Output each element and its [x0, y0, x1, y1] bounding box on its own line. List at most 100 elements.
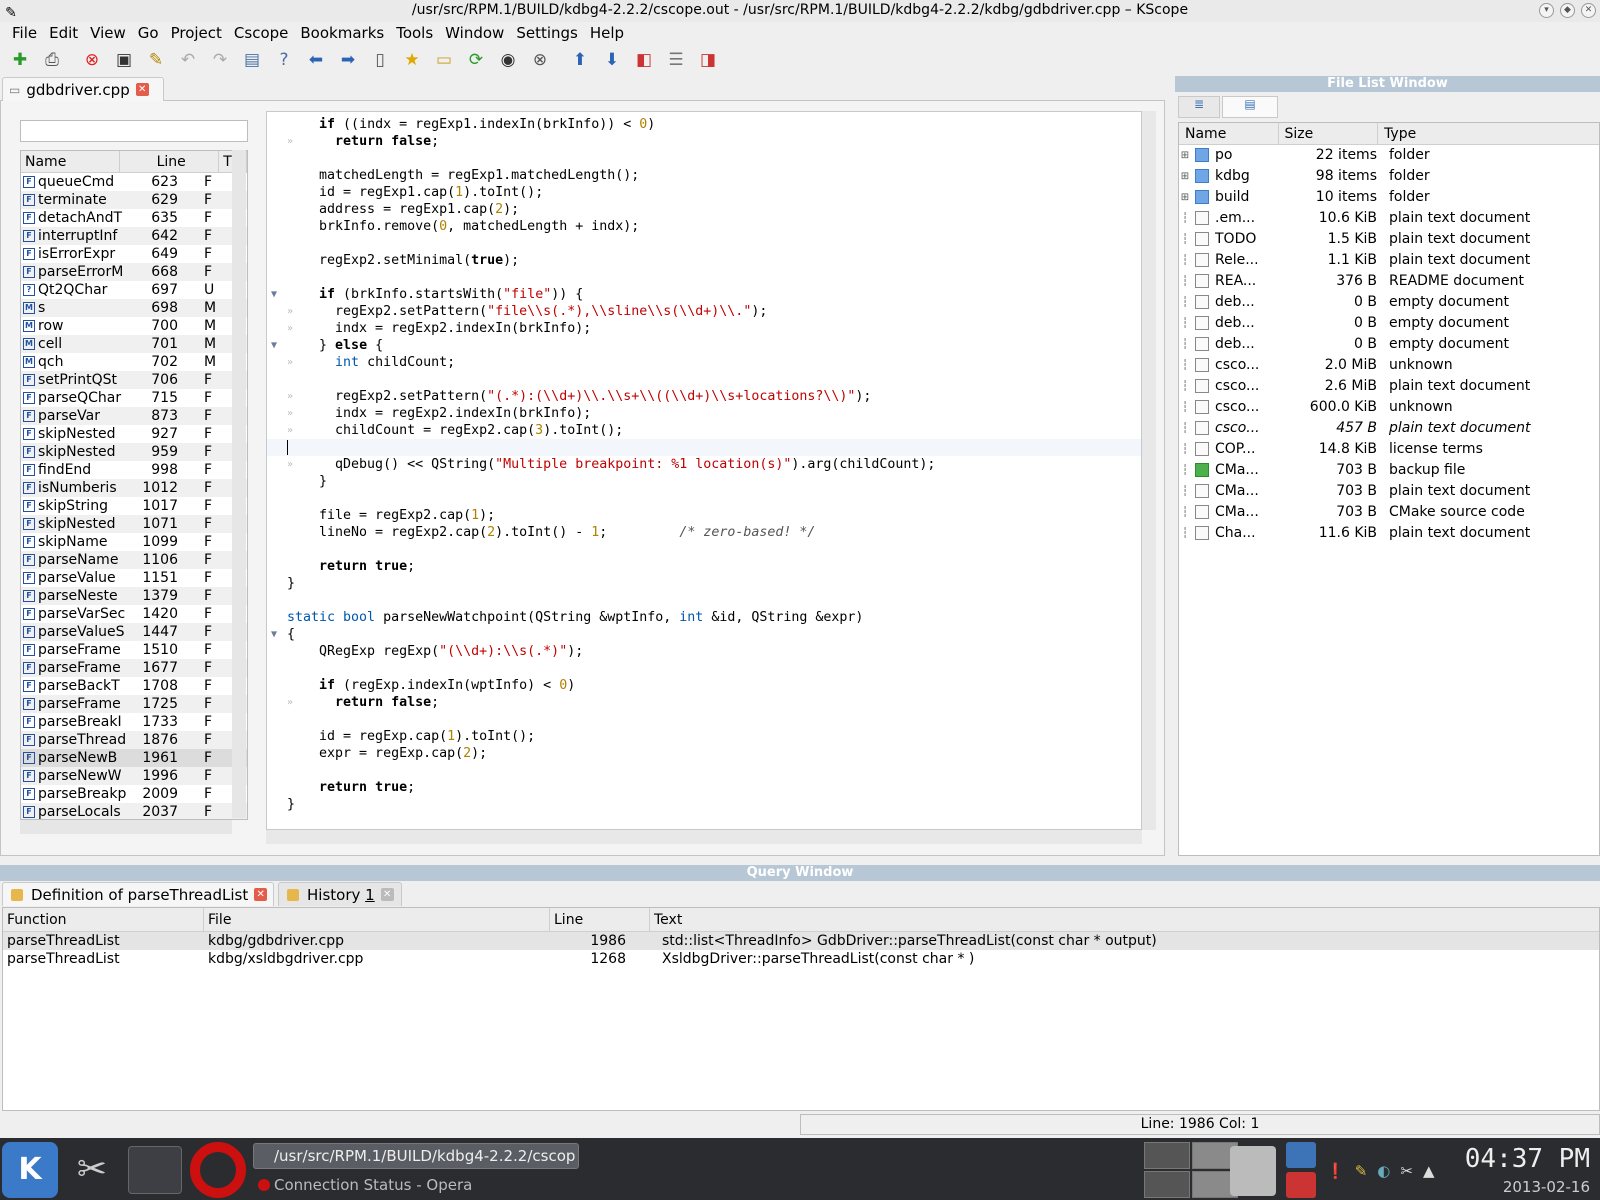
file-row[interactable]: ┆ CMa... 703 B plain text document: [1179, 481, 1599, 502]
expand-icon[interactable]: ⊞: [1179, 166, 1191, 187]
symbol-row[interactable]: FparseBreakp 2009 F: [21, 785, 247, 803]
symbol-row[interactable]: FskipNested 1071 F: [21, 515, 247, 533]
forward-icon[interactable]: ➡: [335, 47, 361, 73]
desktop-3[interactable]: [1144, 1171, 1190, 1198]
window-list-icon[interactable]: ▤: [239, 47, 265, 73]
symbol-row[interactable]: FparseFrame 1725 F: [21, 695, 247, 713]
lock-screen-icon[interactable]: [1286, 1142, 1316, 1168]
fold-marker-icon[interactable]: ▼: [271, 626, 277, 643]
menu-file[interactable]: File: [6, 22, 43, 44]
tab-history[interactable]: History 1 ✕: [278, 882, 402, 906]
save-icon[interactable]: ▣: [111, 47, 137, 73]
menu-tools[interactable]: Tools: [390, 22, 439, 44]
symbol-row[interactable]: FparseErrorM 668 F: [21, 263, 247, 281]
symbol-vertical-scrollbar[interactable]: [232, 150, 246, 818]
menu-project[interactable]: Project: [165, 22, 228, 44]
menu-window[interactable]: Window: [439, 22, 510, 44]
power-icon[interactable]: [1286, 1172, 1316, 1198]
help-icon[interactable]: ?: [271, 47, 297, 73]
symbol-filter-input[interactable]: [20, 120, 248, 142]
symbol-row[interactable]: Ms 698 M: [21, 299, 247, 317]
symbol-row[interactable]: FparseBreakI 1733 F: [21, 713, 247, 731]
file-row[interactable]: ┆ csco... 600.0 KiB unknown: [1179, 397, 1599, 418]
symbol-row[interactable]: FskipString 1017 F: [21, 497, 247, 515]
kde-menu-icon[interactable]: K: [2, 1142, 58, 1198]
close-query-tab-icon[interactable]: ✕: [254, 888, 268, 901]
bookmark-star-icon[interactable]: ★: [399, 47, 425, 73]
col-filename-header[interactable]: Name: [1179, 123, 1279, 144]
file-list-tab-list-icon[interactable]: ≣: [1178, 96, 1220, 118]
file-list-tab-tree-icon[interactable]: ▤: [1222, 96, 1278, 118]
symbol-row[interactable]: FskipName 1099 F: [21, 533, 247, 551]
alert-icon[interactable]: ❗: [1326, 1162, 1345, 1182]
close-history-tab-icon[interactable]: ✕: [380, 888, 394, 901]
tray-expand-icon[interactable]: ▲: [1423, 1162, 1435, 1182]
symbol-row[interactable]: FisNumberis 1012 F: [21, 479, 247, 497]
symbol-row[interactable]: FinterruptInf 642 F: [21, 227, 247, 245]
back-icon[interactable]: ⬅: [303, 47, 329, 73]
symbol-row[interactable]: FskipNested 959 F: [21, 443, 247, 461]
new-file-icon[interactable]: ✚: [7, 47, 33, 73]
folder-row[interactable]: ⊞ build 10 items folder: [1179, 187, 1599, 208]
file-row[interactable]: ┆ deb... 0 B empty document: [1179, 313, 1599, 334]
symbol-row[interactable]: Mcell 701 M: [21, 335, 247, 353]
expand-icon[interactable]: ⊞: [1179, 187, 1191, 208]
open-folder-icon[interactable]: ▭: [431, 47, 457, 73]
redo-icon[interactable]: ↷: [207, 47, 233, 73]
file-row[interactable]: ┆ deb... 0 B empty document: [1179, 334, 1599, 355]
file-row[interactable]: ┆ csco... 2.6 MiB plain text document: [1179, 376, 1599, 397]
symbol-row[interactable]: FparseName 1106 F: [21, 551, 247, 569]
tools-launcher-icon[interactable]: ✂: [64, 1144, 120, 1196]
code-vertical-scrollbar[interactable]: [1142, 111, 1156, 830]
col-qline-header[interactable]: Line: [550, 908, 650, 931]
symbol-horizontal-scrollbar[interactable]: [20, 820, 232, 834]
col-line-header[interactable]: Line: [120, 151, 220, 172]
up-arrow-icon[interactable]: ⬆: [567, 47, 593, 73]
sidebar-icon[interactable]: ▯: [367, 47, 393, 73]
symbol-row[interactable]: FparseValue 1151 F: [21, 569, 247, 587]
file-row[interactable]: ┆ .em... 10.6 KiB plain text document: [1179, 208, 1599, 229]
symbol-row[interactable]: FqueueCmd 623 F: [21, 173, 247, 191]
file-row[interactable]: ┆ TODO 1.5 KiB plain text document: [1179, 229, 1599, 250]
tab-definition[interactable]: Definition of parseThreadList ✕: [2, 882, 274, 906]
symbol-row[interactable]: Mqch 702 M: [21, 353, 247, 371]
symbol-row[interactable]: FparseNewB 1961 F: [21, 749, 247, 767]
symbol-row[interactable]: FparseNeste 1379 F: [21, 587, 247, 605]
file-row[interactable]: ┆ Rele... 1.1 KiB plain text document: [1179, 250, 1599, 271]
minimize-button[interactable]: ▾: [1539, 3, 1554, 18]
split-right-icon[interactable]: ◨: [695, 47, 721, 73]
close-tab-icon[interactable]: ✕: [135, 83, 149, 96]
stop-icon[interactable]: ⊗: [527, 47, 553, 73]
menu-help[interactable]: Help: [584, 22, 630, 44]
symbol-row[interactable]: FparseBackT 1708 F: [21, 677, 247, 695]
col-file-header[interactable]: File: [204, 908, 550, 931]
symbol-row[interactable]: FskipNested 927 F: [21, 425, 247, 443]
maximize-button[interactable]: ◆: [1560, 3, 1575, 18]
symbol-row[interactable]: Fterminate 629 F: [21, 191, 247, 209]
code-editor[interactable]: if ((indx = regExp1.indexIn(brkInfo)) < …: [266, 111, 1142, 830]
file-row[interactable]: ┆ COP... 14.8 KiB license terms: [1179, 439, 1599, 460]
symbol-row[interactable]: FsetPrintQSt 706 F: [21, 371, 247, 389]
file-row[interactable]: ┆ deb... 0 B empty document: [1179, 292, 1599, 313]
split-left-icon[interactable]: ◧: [631, 47, 657, 73]
code-horizontal-scrollbar[interactable]: [266, 830, 1142, 844]
network-tray-icon[interactable]: ◐: [1377, 1162, 1390, 1182]
col-name-header[interactable]: Name: [21, 151, 121, 172]
expand-icon[interactable]: ⊞: [1179, 145, 1191, 166]
file-row[interactable]: ┆ csco... 457 B plain text document: [1179, 418, 1599, 439]
tab-gdbdriver[interactable]: ▭ gdbdriver.cpp ✕: [2, 77, 164, 101]
col-size-header[interactable]: Size: [1279, 123, 1379, 144]
record-icon[interactable]: ◉: [495, 47, 521, 73]
file-row[interactable]: ┆ CMa... 703 B backup file: [1179, 460, 1599, 481]
symbol-row[interactable]: ? Qt2QChar 697 U: [21, 281, 247, 299]
file-row[interactable]: ┆ Cha... 11.6 KiB plain text document: [1179, 523, 1599, 544]
desktop-pager[interactable]: [1144, 1142, 1238, 1198]
opera-icon[interactable]: [190, 1142, 246, 1198]
folder-row[interactable]: ⊞ po 22 items folder: [1179, 145, 1599, 166]
file-row[interactable]: ┆ REA... 376 B README document: [1179, 271, 1599, 292]
fold-marker-icon[interactable]: ▼: [271, 337, 277, 354]
folder-row[interactable]: ⊞ kdbg 98 items folder: [1179, 166, 1599, 187]
query-result-row[interactable]: parseThreadList kdbg/gdbdriver.cpp 1986 std…: [3, 932, 1599, 950]
refresh-icon[interactable]: ⟳: [463, 47, 489, 73]
close-window-button[interactable]: ✕: [1581, 3, 1596, 18]
